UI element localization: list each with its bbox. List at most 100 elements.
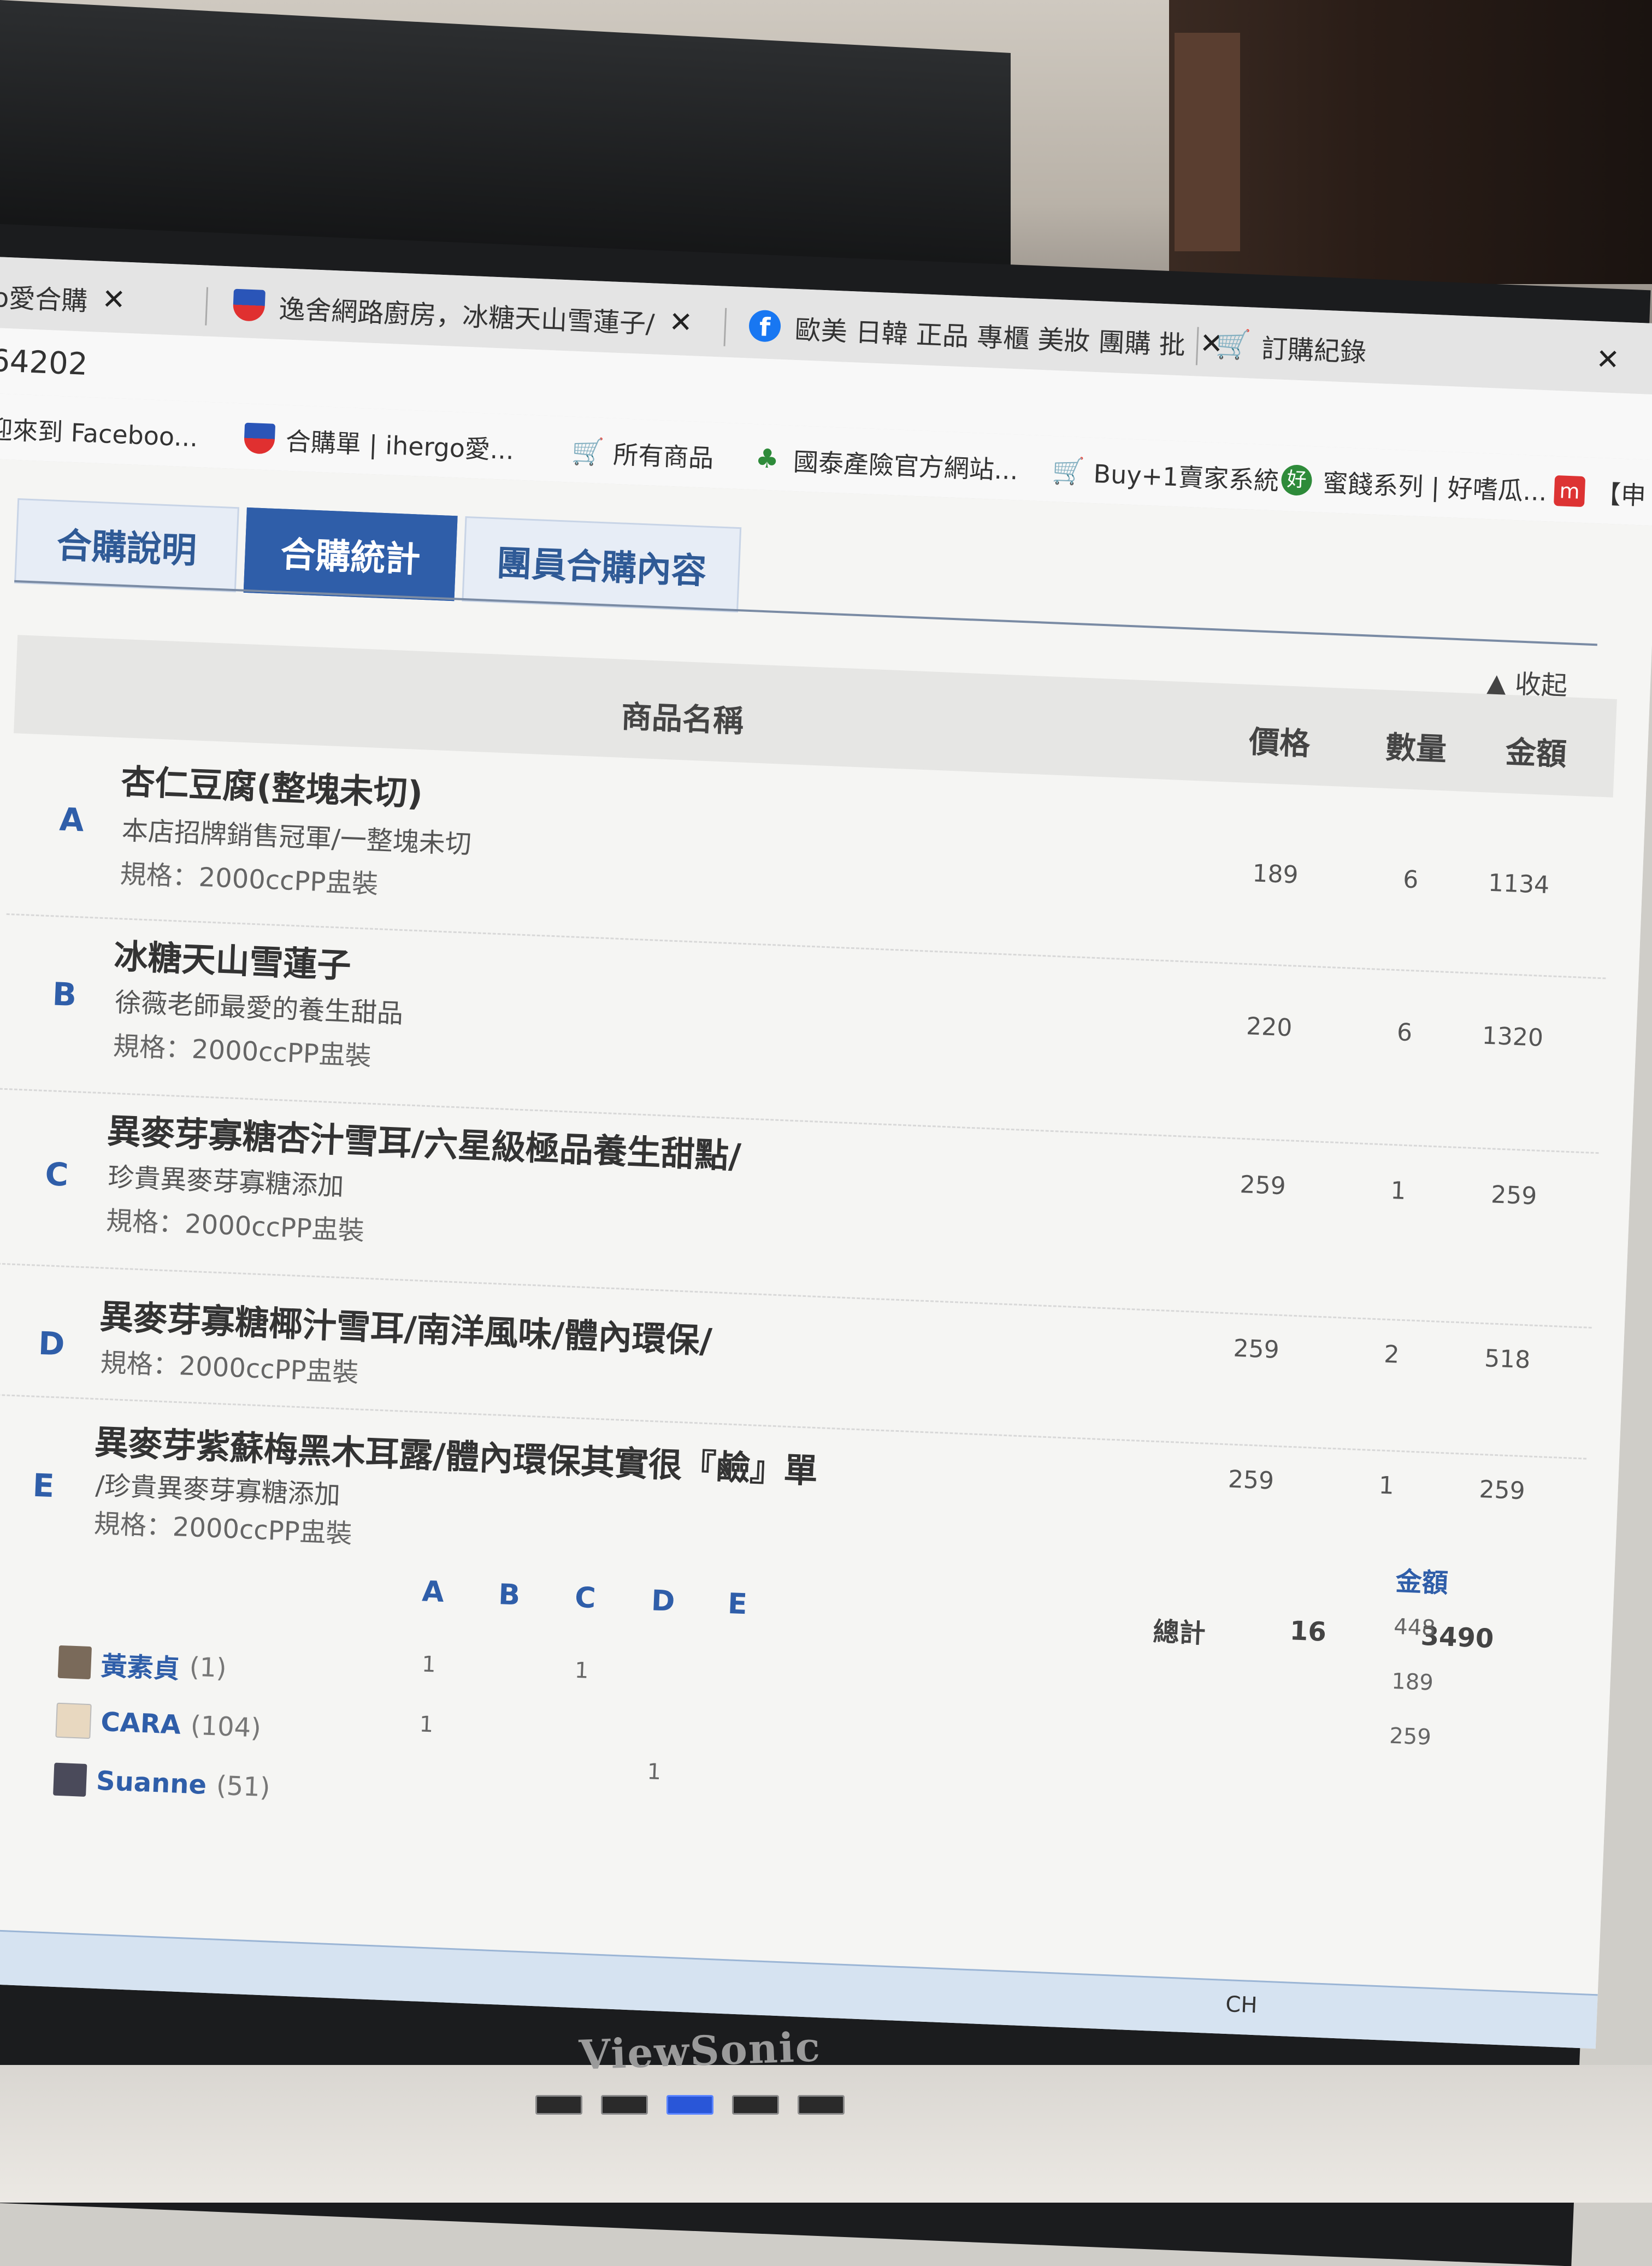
- qty-value: 2: [1383, 1340, 1400, 1369]
- member-row[interactable]: CARA (104): [55, 1702, 262, 1746]
- member-amount: 189: [1391, 1668, 1434, 1696]
- member-col-b: B: [498, 1578, 521, 1612]
- amount-value: 518: [1484, 1344, 1531, 1374]
- monitor-power-button[interactable]: [666, 2095, 713, 2115]
- member-qty: 1: [418, 1712, 434, 1738]
- member-count: (1): [188, 1651, 227, 1684]
- tab-title: o愛合購: [0, 282, 88, 317]
- product-spec: 規格：2000ccPP盅裝: [105, 1205, 365, 1247]
- door-background: [1169, 0, 1652, 284]
- tab-group-buy-info[interactable]: 合購說明: [14, 498, 239, 593]
- monitor-brand-label: ViewSonic: [578, 2023, 822, 2079]
- qty-value: 6: [1396, 1018, 1413, 1047]
- tray-language[interactable]: CH: [1225, 1992, 1258, 2018]
- product-desc: 徐薇老師最愛的養生甜品: [114, 987, 404, 1030]
- member-col-c: C: [574, 1581, 597, 1615]
- member-orders-table: 金額 448 189 259 A B C D E 黃素貞 (1) 1 1 CAR…: [0, 1476, 1583, 1922]
- tab-separator: [205, 287, 209, 326]
- tree-icon: ♣: [754, 443, 780, 475]
- header-price: 價格: [1248, 724, 1311, 763]
- browser-tab[interactable]: o愛合購 ✕: [0, 268, 127, 328]
- member-amount: 259: [1389, 1723, 1432, 1750]
- cart-icon: 🛒: [1051, 455, 1085, 487]
- tab-close-icon[interactable]: ✕: [668, 306, 693, 340]
- cart-favicon-icon: 🛒: [1215, 327, 1252, 362]
- member-qty: 1: [421, 1651, 436, 1678]
- member-row[interactable]: 黃素貞 (1): [57, 1643, 227, 1687]
- member-qty: 1: [646, 1759, 662, 1785]
- tab-title: 訂購紀錄: [1260, 333, 1367, 368]
- header-amount: 金額: [1504, 734, 1568, 773]
- tab-close-icon[interactable]: ✕: [101, 283, 126, 317]
- bookmark-label: 蜜餞系列 | 好嗜瓜...: [1322, 468, 1548, 507]
- bookmark-label: 國泰產險官方網站...: [793, 447, 1019, 486]
- header-product-name: 商品名稱: [620, 699, 745, 740]
- ihergo-favicon-icon: [243, 422, 276, 455]
- browser-tab[interactable]: 逸舍網路廚房，冰糖天山雪蓮子/ ✕: [232, 278, 694, 351]
- member-name[interactable]: Suanne: [96, 1766, 207, 1801]
- bookmark-cathay[interactable]: ♣ 國泰產險官方網站...: [751, 440, 1019, 487]
- monitor-button[interactable]: [732, 2095, 779, 2115]
- amount-value: 259: [1478, 1475, 1526, 1506]
- product-desc: 本店招牌銷售冠軍/一整塊未切: [121, 815, 472, 860]
- member-name[interactable]: 黃素貞: [100, 1644, 180, 1686]
- amount-value: 1320: [1481, 1022, 1544, 1052]
- bookmark-label: 【申: [1595, 479, 1647, 511]
- member-count: (51): [215, 1770, 271, 1803]
- page-content: 合購說明 合購統計 團員合購內容 ▲ 收起 商品名稱 價格 數量 金額 A 杏仁…: [0, 458, 1652, 2000]
- member-count: (104): [190, 1710, 262, 1744]
- avatar: [57, 1645, 92, 1680]
- row-letter: A: [58, 800, 85, 839]
- amount-value: 1134: [1488, 869, 1550, 900]
- bookmark-facebook[interactable]: 迎來到 Faceboo...: [0, 410, 199, 454]
- bookmark-label: 迎來到 Faceboo...: [0, 414, 199, 453]
- price-value: 220: [1246, 1012, 1293, 1042]
- bookmark-label: Buy+1賣家系統: [1093, 459, 1280, 496]
- monitor-button[interactable]: [535, 2095, 582, 2115]
- member-name[interactable]: CARA: [100, 1707, 181, 1740]
- monitor-button[interactable]: [601, 2095, 648, 2115]
- avatar: [53, 1762, 87, 1797]
- tab-title: 逸舍網路廚房，冰糖天山雪蓮子/: [278, 293, 656, 340]
- bookmark-ihergo[interactable]: 合購單 | ihergo愛...: [243, 420, 515, 467]
- product-name[interactable]: 冰糖天山雪蓮子: [113, 929, 352, 987]
- price-value: 259: [1232, 1334, 1280, 1364]
- tab-group-buy-stats[interactable]: 合購統計: [243, 507, 458, 601]
- header-qty: 數量: [1384, 729, 1448, 768]
- desk-surface: [0, 2065, 1652, 2203]
- member-qty: 1: [574, 1657, 589, 1684]
- amount-value: 259: [1490, 1181, 1538, 1211]
- tab-member-orders[interactable]: 團員合購內容: [462, 516, 742, 613]
- door-frame: [1175, 33, 1240, 251]
- qty-value: 1: [1390, 1176, 1407, 1206]
- product-spec: 規格：2000ccPP盅裝: [99, 1347, 359, 1389]
- row-letter: C: [44, 1155, 69, 1194]
- bookmark-all-products[interactable]: 🛒 所有商品: [571, 433, 714, 475]
- product-spec: 規格：2000ccPP盅裝: [113, 1030, 372, 1072]
- address-text[interactable]: 64202: [0, 343, 88, 382]
- product-desc: 珍貴異麥芽寡糖添加: [107, 1161, 345, 1202]
- good-icon: 好: [1281, 464, 1313, 497]
- member-col-a: A: [421, 1575, 445, 1609]
- price-value: 259: [1239, 1170, 1287, 1201]
- cart-icon: 🛒: [571, 435, 605, 468]
- browser-tab-active[interactable]: 🛒 訂購紀錄 ✕: [1214, 317, 1620, 388]
- ihergo-favicon-icon: [232, 288, 266, 322]
- price-value: 189: [1252, 859, 1299, 889]
- bookmark-buy1[interactable]: 🛒 Buy+1賣家系統: [1052, 452, 1280, 498]
- member-amount: 448: [1393, 1614, 1436, 1641]
- monitor-button[interactable]: [798, 2095, 845, 2115]
- member-row[interactable]: Suanne (51): [53, 1762, 271, 1804]
- product-spec: 規格：2000ccPP盅裝: [119, 859, 379, 900]
- tab-close-icon[interactable]: ✕: [1595, 343, 1620, 377]
- member-amount-header: 金額: [1395, 1566, 1449, 1599]
- product-name[interactable]: 杏仁豆腐(整塊未切): [120, 754, 424, 815]
- bookmark-label: 合購單 | ihergo愛...: [285, 426, 515, 465]
- qty-value: 1: [1378, 1471, 1395, 1500]
- avatar: [55, 1702, 92, 1739]
- bookmark-apply[interactable]: m 【申: [1554, 473, 1647, 512]
- bookmark-label: 所有商品: [612, 439, 715, 474]
- member-col-d: D: [651, 1584, 676, 1618]
- bookmark-candied[interactable]: 好 蜜餞系列 | 好嗜瓜...: [1281, 462, 1548, 508]
- price-value: 259: [1227, 1465, 1275, 1495]
